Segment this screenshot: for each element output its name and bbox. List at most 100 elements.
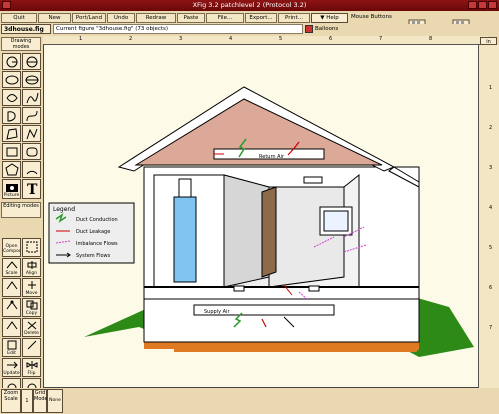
text-tool[interactable]: T bbox=[22, 179, 41, 199]
grid-value: None bbox=[47, 389, 63, 413]
help-menu-button[interactable]: ▼ Help bbox=[311, 13, 348, 23]
file-menu-button[interactable]: File... bbox=[206, 13, 244, 23]
align-tool[interactable]: Align bbox=[22, 258, 41, 277]
ruler-tick: 2 bbox=[129, 36, 133, 42]
ruler-tick: 6 bbox=[489, 285, 493, 291]
paste-button[interactable]: Paste bbox=[177, 13, 205, 23]
ruler-tick: 5 bbox=[279, 36, 283, 42]
picture-tool[interactable]: Picture bbox=[2, 179, 21, 199]
edit-tool[interactable]: Edit bbox=[2, 338, 21, 357]
top-ruler[interactable]: 1 2 3 4 5 6 7 8 bbox=[43, 36, 489, 45]
supply-air-label: Supply Air bbox=[204, 309, 230, 315]
filename-label: 3dhouse.fig bbox=[1, 24, 51, 34]
scale-label: Scale bbox=[4, 396, 18, 402]
info-bar: 3dhouse.fig Current figure "3dhouse.fig"… bbox=[0, 24, 499, 35]
drawing-canvas[interactable]: Return Air Supply Air Legend Duct Conduc… bbox=[43, 36, 489, 388]
side-ruler[interactable]: 1 2 3 4 5 6 7 bbox=[478, 45, 499, 388]
unit-box[interactable]: in bbox=[480, 37, 497, 45]
legend-item-1: Duct Conduction bbox=[76, 217, 118, 223]
quit-button[interactable]: Quit bbox=[1, 13, 37, 23]
picture-label: Picture bbox=[3, 193, 20, 198]
svg-text:T: T bbox=[27, 182, 38, 195]
zoom-indicator[interactable]: Zoom Scale bbox=[1, 389, 21, 413]
return-air-label: Return Air bbox=[259, 154, 285, 160]
polygon-tool[interactable] bbox=[2, 125, 21, 142]
copy-tool-label: Copy bbox=[25, 311, 38, 316]
flip-tool[interactable]: Flip bbox=[22, 358, 41, 377]
ruler-tick: 4 bbox=[229, 36, 233, 42]
delete-tool[interactable]: Delete bbox=[22, 318, 41, 337]
checkmark-icon bbox=[305, 24, 313, 33]
arc-tool[interactable] bbox=[22, 161, 41, 178]
ruler-tick: 6 bbox=[329, 36, 333, 42]
minimize-icon[interactable] bbox=[468, 1, 477, 9]
move-tool-label: Move bbox=[25, 291, 38, 296]
open-compound-tool[interactable]: Open Compound bbox=[2, 238, 21, 257]
ruler-tick: 2 bbox=[489, 125, 493, 131]
window-title: XFig 3.2 patchlevel 2 (Protocol 3.2) bbox=[192, 1, 307, 9]
door bbox=[261, 186, 277, 278]
balloons-toggle[interactable]: Balloons bbox=[305, 24, 349, 34]
move-tool[interactable]: Move bbox=[22, 278, 41, 297]
window-menu-icon[interactable] bbox=[2, 1, 11, 9]
align-tool-label: Align bbox=[25, 271, 38, 276]
ruler-tick: 8 bbox=[429, 36, 433, 42]
legend-item-3: Imbalance Flows bbox=[76, 241, 118, 247]
redraw-button[interactable]: Redraw bbox=[136, 13, 176, 23]
help-label: Help bbox=[326, 15, 339, 21]
compound-tool[interactable] bbox=[22, 238, 41, 257]
grid-mode-label: Mode bbox=[34, 396, 48, 402]
print-menu-button[interactable]: Print... bbox=[278, 13, 310, 23]
legend: Legend Duct Conduction Duct Leakage Imba… bbox=[48, 202, 135, 264]
move-point-tool[interactable] bbox=[2, 278, 21, 297]
rounded-box-tool[interactable] bbox=[22, 143, 41, 160]
zoom-value: 1 bbox=[21, 389, 33, 413]
flip-tool-label: Flip bbox=[27, 371, 36, 376]
spline-tool[interactable] bbox=[22, 89, 41, 106]
grid-mode-indicator[interactable]: Grid Mode bbox=[33, 389, 48, 413]
polyline-tool[interactable] bbox=[22, 125, 41, 142]
balloons-label: Balloons bbox=[315, 26, 339, 32]
ruler-tick: 4 bbox=[489, 205, 493, 211]
closed-spline-tool[interactable] bbox=[2, 89, 21, 106]
legend-item-4: System Flows bbox=[76, 253, 111, 259]
update-tool[interactable]: Update bbox=[2, 358, 21, 377]
indicator-panel: Zoom Scale 1 Grid Mode None bbox=[0, 388, 499, 414]
ruler-tick: 1 bbox=[79, 36, 83, 42]
copy-tool[interactable]: Copy bbox=[22, 298, 41, 317]
ruler-tick: 1 bbox=[489, 85, 493, 91]
maximize-icon[interactable] bbox=[478, 1, 487, 9]
update-tool-label: Update bbox=[3, 371, 20, 376]
scale-tool-label: Scale bbox=[5, 271, 18, 276]
xfig-window: XFig 3.2 patchlevel 2 (Protocol 3.2) Qui… bbox=[0, 0, 499, 414]
legend-title: Legend bbox=[53, 206, 75, 213]
circle-radius-tool[interactable] bbox=[2, 53, 21, 70]
ellipse-radius-tool[interactable] bbox=[2, 71, 21, 88]
ruler-tick: 7 bbox=[379, 36, 383, 42]
ruler-tick: 7 bbox=[489, 325, 493, 331]
add-point-tool[interactable] bbox=[2, 298, 21, 317]
box-tool[interactable] bbox=[2, 143, 21, 160]
interp-spline-tool[interactable] bbox=[22, 107, 41, 124]
delete-tool-label: Delete bbox=[24, 331, 39, 336]
undo-button[interactable]: Undo bbox=[107, 13, 135, 23]
closed-interp-spline-tool[interactable] bbox=[2, 107, 21, 124]
close-icon[interactable] bbox=[488, 1, 497, 9]
circle-diameter-tool[interactable] bbox=[22, 53, 41, 70]
export-menu-button[interactable]: Export... bbox=[245, 13, 277, 23]
delete-point-tool[interactable] bbox=[2, 318, 21, 337]
ellipse-diameter-tool[interactable] bbox=[22, 71, 41, 88]
ruler-tick: 3 bbox=[489, 165, 493, 171]
port-land-button[interactable]: Port/Land bbox=[72, 13, 106, 23]
ruler-tick: 3 bbox=[179, 36, 183, 42]
mode-panel: Drawing modes Picture T Editing modes Op… bbox=[0, 36, 43, 414]
drawing-modes-label: Drawing modes bbox=[1, 37, 41, 51]
regular-polygon-tool[interactable] bbox=[2, 161, 21, 178]
edit-object-tool[interactable] bbox=[22, 338, 41, 357]
new-button[interactable]: New bbox=[38, 13, 71, 23]
scale-tool[interactable]: Scale bbox=[2, 258, 21, 277]
ruler-tick: 5 bbox=[489, 245, 493, 251]
legend-item-2: Duct Leakage bbox=[76, 229, 110, 235]
message-window: Current figure "3dhouse.fig" (73 objects… bbox=[53, 24, 303, 34]
title-bar[interactable]: XFig 3.2 patchlevel 2 (Protocol 3.2) bbox=[0, 0, 499, 11]
